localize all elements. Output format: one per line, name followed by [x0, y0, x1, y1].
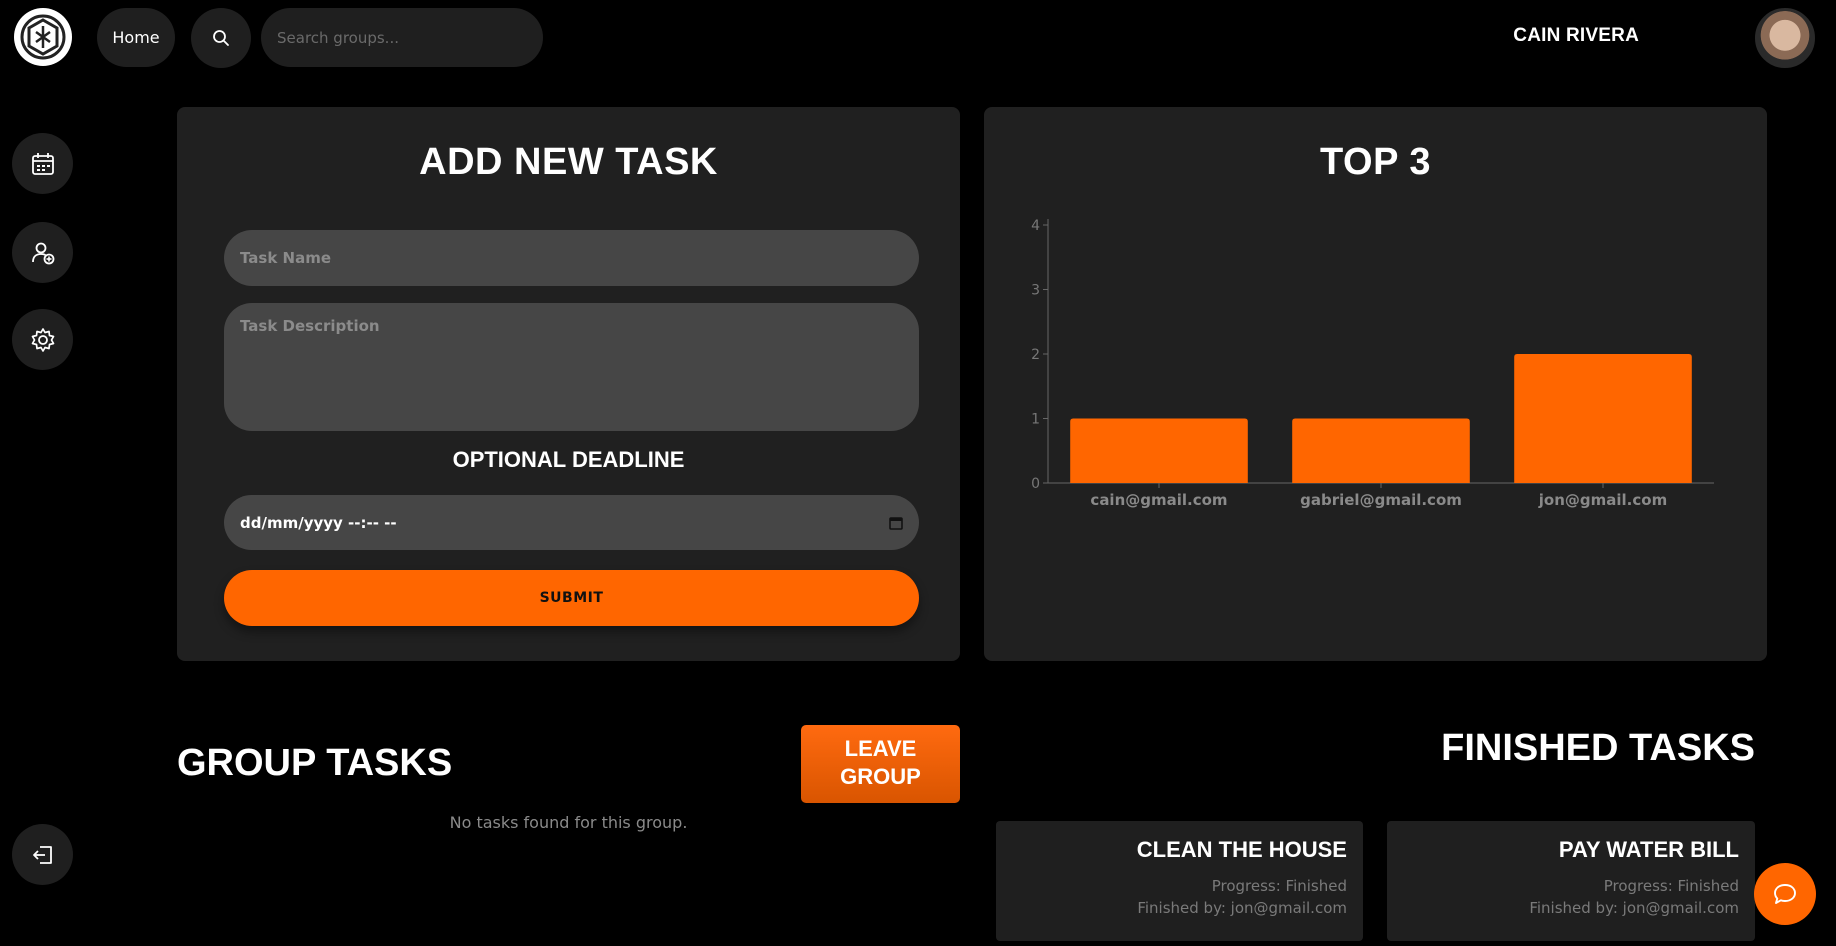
bar [1514, 354, 1692, 483]
user-name: CAIN RIVERA [1513, 25, 1639, 46]
app-logo[interactable] [14, 8, 72, 66]
add-user-icon [31, 242, 54, 264]
gear-icon [31, 327, 54, 352]
leave-group-label-2: GROUP [840, 764, 921, 789]
search-icon [213, 30, 229, 46]
home-button[interactable]: Home [97, 8, 175, 67]
task-finished-by: Finished by: jon@gmail.com [1529, 899, 1739, 917]
submit-button[interactable]: SUBMIT [224, 570, 919, 626]
add-task-title: ADD NEW TASK [419, 141, 718, 183]
sidebar-item-calendar[interactable] [12, 133, 73, 194]
deadline-label: OPTIONAL DEADLINE [452, 447, 685, 472]
leave-group-button[interactable]: LEAVE GROUP [801, 725, 960, 803]
logout-button[interactable] [12, 824, 73, 885]
x-tick-label: gabriel@gmail.com [1300, 491, 1462, 509]
finished-task-card[interactable]: PAY WATER BILL Progress: Finished Finish… [1387, 821, 1755, 941]
bar [1292, 418, 1470, 483]
avatar[interactable] [1755, 8, 1815, 68]
sidebar-item-settings[interactable] [12, 309, 73, 370]
task-title: CLEAN THE HOUSE [1136, 837, 1347, 862]
add-task-panel: ADD NEW TASK OPTIONAL DEADLINE dd/mm/yyy… [177, 107, 960, 661]
top3-bar-chart: 0 1 2 3 4 cain@gmail.com gabriel@gmail.com jon@… [1031, 218, 1714, 509]
y-tick-label: 2 [1031, 347, 1040, 363]
task-progress: Progress: Finished [1603, 877, 1739, 895]
home-label: Home [112, 28, 160, 47]
task-progress: Progress: Finished [1211, 877, 1347, 895]
task-finished-by: Finished by: jon@gmail.com [1137, 899, 1347, 917]
y-tick-label: 4 [1031, 218, 1040, 234]
x-tick-label: cain@gmail.com [1090, 491, 1227, 509]
top3-panel: TOP 3 0 1 2 3 4 cain@gmail.com gabriel@gmail.c… [984, 107, 1767, 661]
search-input[interactable] [261, 8, 543, 67]
search-button[interactable] [191, 8, 251, 68]
chat-icon [1774, 884, 1796, 904]
deadline-value: dd/mm/yyyy --:-- -- [240, 513, 397, 532]
calendar-picker-icon[interactable] [889, 516, 903, 530]
y-tick-label: 3 [1031, 283, 1040, 299]
task-description-input[interactable] [224, 303, 919, 431]
bar [1070, 418, 1248, 483]
x-tick-label: jon@gmail.com [1538, 491, 1667, 509]
chat-button[interactable] [1754, 863, 1816, 925]
logout-icon [32, 845, 52, 864]
y-tick-label: 0 [1031, 476, 1040, 492]
logo-icon [20, 14, 66, 60]
y-tick-label: 1 [1031, 412, 1040, 428]
calendar-icon [31, 152, 54, 175]
leave-group-label-1: LEAVE [844, 736, 917, 761]
submit-label: SUBMIT [539, 590, 604, 606]
finished-tasks-title: FINISHED TASKS [1441, 727, 1755, 769]
group-tasks-title: GROUP TASKS [177, 742, 453, 784]
finished-task-card[interactable]: CLEAN THE HOUSE Progress: Finished Finis… [996, 821, 1363, 941]
empty-tasks-message: No tasks found for this group. [449, 813, 688, 832]
task-title: PAY WATER BILL [1558, 837, 1739, 862]
deadline-input[interactable]: dd/mm/yyyy --:-- -- [224, 495, 919, 550]
task-name-input[interactable] [224, 230, 919, 286]
sidebar-item-add-user[interactable] [12, 222, 73, 283]
